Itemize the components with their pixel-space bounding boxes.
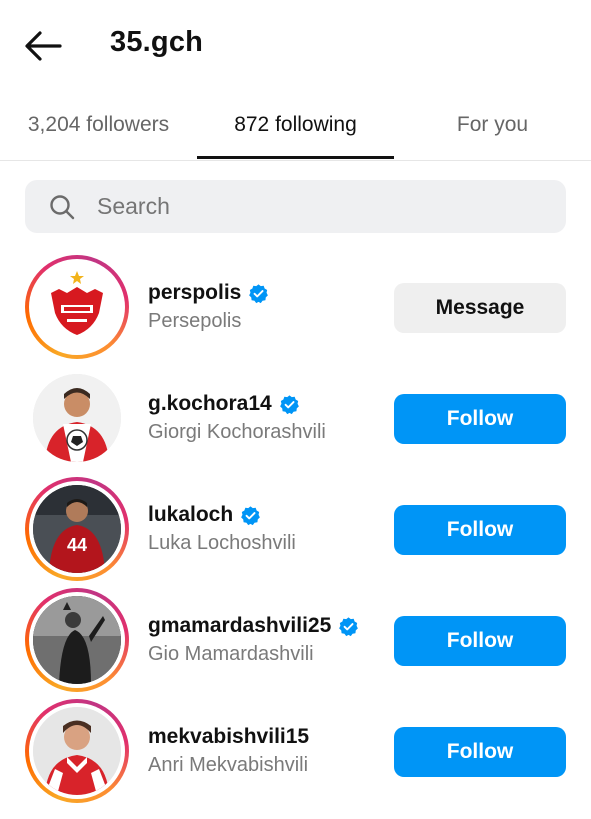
username[interactable]: g.kochora14 [148,392,272,416]
active-tab-indicator [197,156,394,159]
jersey-number: 44 [67,535,87,555]
username-row[interactable]: g.kochora14 [148,392,300,416]
username[interactable]: perspolis [148,281,241,305]
page-title: 35.gch [110,26,204,58]
username[interactable]: lukaloch [148,503,233,527]
persepolis-logo-icon [33,263,121,351]
list-item[interactable]: 44 lukaloch Luka Lochoshvili Follow [0,472,591,583]
full-name: Anri Mekvabishvili [148,754,309,776]
tab-for-you[interactable]: For you [394,113,591,137]
follow-button[interactable]: Follow [394,394,566,444]
verified-badge-icon [241,505,261,525]
tab-following[interactable]: 872 following [197,113,394,137]
story-ring[interactable]: 44 [25,477,129,581]
header: 35.gch [0,0,591,90]
username-row[interactable]: mekvabishvili15 [148,725,309,749]
full-name: Gio Mamardashvili [148,643,314,665]
list-item[interactable]: g.kochora14 Giorgi Kochorashvili Follow [0,361,591,472]
tab-followers[interactable]: 3,204 followers [0,113,197,137]
avatar: 44 [33,485,121,573]
search-input[interactable] [97,188,547,225]
list-item[interactable]: mekvabishvili15 Anri Mekvabishvili Follo… [0,694,591,805]
full-name: Giorgi Kochorashvili [148,421,326,443]
avatar [33,263,121,351]
verified-badge-icon [279,394,299,414]
list-item[interactable]: perspolis Persepolis Message [0,250,591,361]
follow-button[interactable]: Follow [394,616,566,666]
verified-badge-icon [339,616,359,636]
username-row[interactable]: perspolis [148,281,269,305]
username[interactable]: gmamardashvili25 [148,614,331,638]
story-ring[interactable] [25,255,129,359]
avatar [33,596,121,684]
full-name: Luka Lochoshvili [148,532,296,554]
username[interactable]: mekvabishvili15 [148,725,309,749]
story-ring[interactable] [25,699,129,803]
follow-button[interactable]: Follow [394,505,566,555]
verified-badge-icon [249,283,269,303]
search-icon [50,195,75,220]
avatar [33,374,121,462]
tab-bar: 3,204 followers 872 following For you [0,95,591,161]
username-row[interactable]: lukaloch [148,503,261,527]
avatar-frame[interactable] [25,366,129,470]
story-ring[interactable] [25,588,129,692]
arrow-left-icon[interactable] [22,26,64,66]
full-name: Persepolis [148,310,242,332]
username-row[interactable]: gmamardashvili25 [148,614,359,638]
avatar [33,707,121,795]
message-button[interactable]: Message [394,283,566,333]
search-bar[interactable] [25,180,566,233]
follow-button[interactable]: Follow [394,727,566,777]
list-item[interactable]: gmamardashvili25 Gio Mamardashvili Follo… [0,583,591,694]
